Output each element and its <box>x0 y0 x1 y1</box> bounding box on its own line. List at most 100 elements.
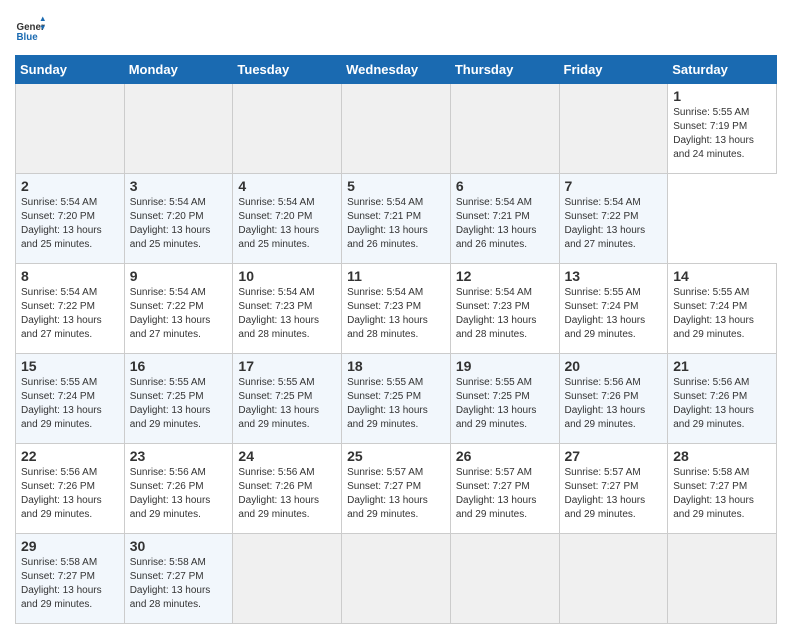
day-info: Sunrise: 5:54 AMSunset: 7:23 PMDaylight:… <box>347 286 445 342</box>
calendar-cell <box>233 84 342 174</box>
calendar-cell: 13 Sunrise: 5:55 AMSunset: 7:24 PMDayligh… <box>559 264 668 354</box>
day-info: Sunrise: 5:54 AMSunset: 7:22 PMDaylight:… <box>130 286 228 342</box>
day-number: 2 <box>21 178 119 194</box>
day-number: 24 <box>238 448 336 464</box>
day-number: 3 <box>130 178 228 194</box>
day-number: 4 <box>238 178 336 194</box>
logo-icon: General Blue <box>15 15 45 45</box>
day-info: Sunrise: 5:55 AMSunset: 7:25 PMDaylight:… <box>456 376 554 432</box>
calendar-cell: 11 Sunrise: 5:54 AMSunset: 7:23 PMDayligh… <box>342 264 451 354</box>
day-number: 15 <box>21 358 119 374</box>
day-number: 11 <box>347 268 445 284</box>
calendar-week-2: 2 Sunrise: 5:54 AMSunset: 7:20 PMDaylight… <box>16 174 777 264</box>
calendar-cell: 27Sunrise: 5:57 AMSunset: 7:27 PMDayligh… <box>559 444 668 534</box>
day-info: Sunrise: 5:54 AMSunset: 7:22 PMDaylight:… <box>565 196 663 252</box>
calendar-week-1: 1 Sunrise: 5:55 AMSunset: 7:19 PMDaylight… <box>16 84 777 174</box>
day-info: Sunrise: 5:54 AMSunset: 7:21 PMDaylight:… <box>456 196 554 252</box>
day-info: Sunrise: 5:56 AMSunset: 7:26 PMDaylight:… <box>130 466 228 522</box>
calendar-body: 1 Sunrise: 5:55 AMSunset: 7:19 PMDaylight… <box>16 84 777 624</box>
day-number: 10 <box>238 268 336 284</box>
calendar-cell: 19 Sunrise: 5:55 AMSunset: 7:25 PMDayligh… <box>450 354 559 444</box>
day-info: Sunrise: 5:58 AMSunset: 7:27 PMDaylight:… <box>21 556 119 612</box>
day-number: 30 <box>130 538 228 554</box>
calendar-cell: 25 Sunrise: 5:57 AMSunset: 7:27 PMDayligh… <box>342 444 451 534</box>
day-number: 20 <box>565 358 663 374</box>
calendar-cell: 21 Sunrise: 5:56 AMSunset: 7:26 PMDayligh… <box>668 354 777 444</box>
calendar-cell: 23 Sunrise: 5:56 AMSunset: 7:26 PMDayligh… <box>124 444 233 534</box>
calendar-cell: 24Sunrise: 5:56 AMSunset: 7:26 PMDayligh… <box>233 444 342 534</box>
day-number: 21 <box>673 358 771 374</box>
day-number: 18 <box>347 358 445 374</box>
calendar-cell: 15 Sunrise: 5:55 AMSunset: 7:24 PMDayligh… <box>16 354 125 444</box>
calendar-cell <box>342 534 451 624</box>
calendar-cell: 26Sunrise: 5:57 AMSunset: 7:27 PMDayligh… <box>450 444 559 534</box>
calendar-cell: 12 Sunrise: 5:54 AMSunset: 7:23 PMDayligh… <box>450 264 559 354</box>
calendar-cell: 3 Sunrise: 5:54 AMSunset: 7:20 PMDaylight… <box>124 174 233 264</box>
calendar-cell: 6Sunrise: 5:54 AMSunset: 7:21 PMDaylight… <box>450 174 559 264</box>
weekday-header-saturday: Saturday <box>668 56 777 84</box>
calendar-cell: 9 Sunrise: 5:54 AMSunset: 7:22 PMDaylight… <box>124 264 233 354</box>
day-info: Sunrise: 5:55 AMSunset: 7:24 PMDaylight:… <box>565 286 663 342</box>
weekday-header-sunday: Sunday <box>16 56 125 84</box>
day-number: 19 <box>456 358 554 374</box>
day-info: Sunrise: 5:54 AMSunset: 7:22 PMDaylight:… <box>21 286 119 342</box>
calendar-cell <box>668 534 777 624</box>
day-info: Sunrise: 5:56 AMSunset: 7:26 PMDaylight:… <box>565 376 663 432</box>
day-info: Sunrise: 5:54 AMSunset: 7:20 PMDaylight:… <box>238 196 336 252</box>
calendar-cell <box>124 84 233 174</box>
day-number: 9 <box>130 268 228 284</box>
calendar-cell: 20 Sunrise: 5:56 AMSunset: 7:26 PMDayligh… <box>559 354 668 444</box>
calendar-cell: 1 Sunrise: 5:55 AMSunset: 7:19 PMDaylight… <box>668 84 777 174</box>
day-info: Sunrise: 5:55 AMSunset: 7:25 PMDaylight:… <box>130 376 228 432</box>
day-info: Sunrise: 5:55 AMSunset: 7:24 PMDaylight:… <box>21 376 119 432</box>
day-number: 7 <box>565 178 663 194</box>
calendar-cell: 18 Sunrise: 5:55 AMSunset: 7:25 PMDayligh… <box>342 354 451 444</box>
day-info: Sunrise: 5:54 AMSunset: 7:23 PMDaylight:… <box>456 286 554 342</box>
day-info: Sunrise: 5:57 AMSunset: 7:27 PMDaylight:… <box>347 466 445 522</box>
day-number: 28 <box>673 448 771 464</box>
day-info: Sunrise: 5:55 AMSunset: 7:19 PMDaylight:… <box>673 106 771 162</box>
weekday-header-thursday: Thursday <box>450 56 559 84</box>
header: General Blue <box>15 15 777 45</box>
calendar-cell <box>559 534 668 624</box>
day-number: 5 <box>347 178 445 194</box>
day-number: 1 <box>673 88 771 104</box>
calendar-cell <box>450 534 559 624</box>
calendar-week-5: 22Sunrise: 5:56 AMSunset: 7:26 PMDayligh… <box>16 444 777 534</box>
weekday-header-friday: Friday <box>559 56 668 84</box>
calendar-cell: 5 Sunrise: 5:54 AMSunset: 7:21 PMDaylight… <box>342 174 451 264</box>
weekday-header-wednesday: Wednesday <box>342 56 451 84</box>
day-info: Sunrise: 5:54 AMSunset: 7:23 PMDaylight:… <box>238 286 336 342</box>
day-info: Sunrise: 5:58 AMSunset: 7:27 PMDaylight:… <box>130 556 228 612</box>
day-number: 14 <box>673 268 771 284</box>
day-info: Sunrise: 5:55 AMSunset: 7:25 PMDaylight:… <box>347 376 445 432</box>
day-number: 23 <box>130 448 228 464</box>
calendar-week-3: 8 Sunrise: 5:54 AMSunset: 7:22 PMDaylight… <box>16 264 777 354</box>
day-info: Sunrise: 5:54 AMSunset: 7:20 PMDaylight:… <box>21 196 119 252</box>
day-info: Sunrise: 5:54 AMSunset: 7:20 PMDaylight:… <box>130 196 228 252</box>
calendar-cell <box>233 534 342 624</box>
day-info: Sunrise: 5:54 AMSunset: 7:21 PMDaylight:… <box>347 196 445 252</box>
weekday-header-monday: Monday <box>124 56 233 84</box>
calendar-table: SundayMondayTuesdayWednesdayThursdayFrid… <box>15 55 777 624</box>
day-number: 29 <box>21 538 119 554</box>
calendar-cell <box>450 84 559 174</box>
calendar-cell: 2 Sunrise: 5:54 AMSunset: 7:20 PMDaylight… <box>16 174 125 264</box>
calendar-cell <box>16 84 125 174</box>
day-number: 25 <box>347 448 445 464</box>
day-info: Sunrise: 5:58 AMSunset: 7:27 PMDaylight:… <box>673 466 771 522</box>
logo: General Blue <box>15 15 45 45</box>
day-info: Sunrise: 5:55 AMSunset: 7:25 PMDaylight:… <box>238 376 336 432</box>
day-info: Sunrise: 5:55 AMSunset: 7:24 PMDaylight:… <box>673 286 771 342</box>
calendar-cell: 16 Sunrise: 5:55 AMSunset: 7:25 PMDayligh… <box>124 354 233 444</box>
calendar-cell: 29 Sunrise: 5:58 AMSunset: 7:27 PMDayligh… <box>16 534 125 624</box>
day-number: 16 <box>130 358 228 374</box>
day-number: 12 <box>456 268 554 284</box>
calendar-cell <box>342 84 451 174</box>
day-info: Sunrise: 5:56 AMSunset: 7:26 PMDaylight:… <box>673 376 771 432</box>
day-number: 8 <box>21 268 119 284</box>
header-row: SundayMondayTuesdayWednesdayThursdayFrid… <box>16 56 777 84</box>
calendar-week-4: 15 Sunrise: 5:55 AMSunset: 7:24 PMDayligh… <box>16 354 777 444</box>
day-number: 13 <box>565 268 663 284</box>
calendar-cell: 17Sunrise: 5:55 AMSunset: 7:25 PMDayligh… <box>233 354 342 444</box>
